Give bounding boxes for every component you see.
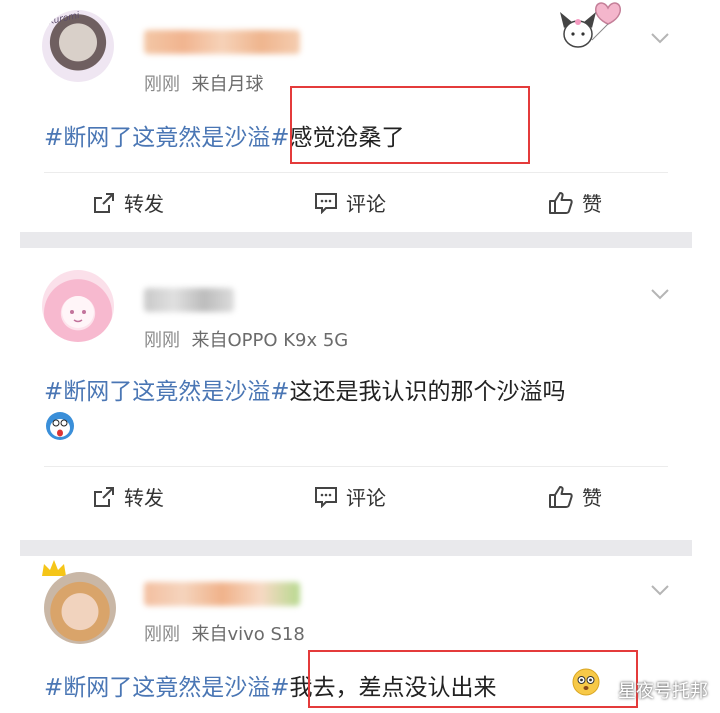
- repost-button[interactable]: 转发: [92, 188, 164, 217]
- avatar[interactable]: [44, 572, 116, 644]
- topic-link[interactable]: #断网了这竟然是沙溢#: [44, 125, 290, 151]
- username-blurred[interactable]: [144, 288, 234, 312]
- post-source: 来自月球: [191, 74, 264, 95]
- post-separator: [20, 540, 692, 556]
- post-2: 刚刚 来自OPPO K9x 5G #断网了这竟然是沙溢#这还是我认识的那个沙溢吗…: [20, 248, 692, 542]
- post-meta: 刚刚 来自月球: [144, 70, 263, 96]
- avatar[interactable]: Kuromi: [42, 10, 114, 82]
- comment-icon: [315, 486, 337, 508]
- username-blurred[interactable]: [144, 582, 300, 606]
- shocked-face-emoji-icon: [46, 412, 74, 440]
- anime-girl-icon: [62, 296, 94, 328]
- chevron-down-icon[interactable]: [650, 288, 670, 300]
- kuromi-balloon-sticker: [560, 2, 621, 48]
- topic-link[interactable]: #断网了这竟然是沙溢#: [44, 379, 290, 405]
- like-label: 赞: [582, 192, 602, 216]
- post-time: 刚刚: [144, 330, 180, 351]
- like-button[interactable]: 赞: [548, 188, 602, 217]
- highlight-box: [290, 86, 530, 164]
- chevron-down-icon[interactable]: [650, 32, 670, 44]
- comment-button[interactable]: 评论: [314, 482, 386, 511]
- repost-icon: [94, 486, 114, 507]
- topic-link[interactable]: #断网了这竟然是沙溢#: [44, 675, 290, 701]
- comment-button[interactable]: 评论: [314, 188, 386, 217]
- post-source: 来自OPPO K9x 5G: [191, 330, 349, 351]
- repost-button[interactable]: 转发: [92, 482, 164, 511]
- post-text: 这还是我认识的那个沙溢吗: [289, 379, 566, 405]
- post-meta: 刚刚 来自vivo S18: [144, 620, 305, 646]
- repost-label: 转发: [124, 486, 164, 510]
- post-meta: 刚刚 来自OPPO K9x 5G: [144, 326, 348, 352]
- highlight-box: [308, 650, 638, 708]
- thumbs-up-icon: [549, 191, 573, 214]
- chevron-down-icon[interactable]: [650, 584, 670, 596]
- post-source: 来自vivo S18: [191, 624, 305, 645]
- post-time: 刚刚: [144, 624, 180, 645]
- comment-label: 评论: [346, 192, 386, 216]
- comment-label: 评论: [346, 486, 386, 510]
- avatar[interactable]: [42, 270, 114, 342]
- post-time: 刚刚: [144, 74, 180, 95]
- repost-label: 转发: [124, 192, 164, 216]
- avatar-badge: Kuromi: [47, 10, 81, 28]
- post-content: #断网了这竟然是沙溢#这还是我认识的那个沙溢吗: [44, 372, 566, 406]
- repost-icon: [94, 192, 114, 213]
- divider: [44, 466, 668, 467]
- watermark: 星夜号托邦: [618, 681, 708, 702]
- post-separator: [20, 232, 692, 248]
- thumbs-up-icon: [549, 485, 573, 508]
- comment-icon: [315, 192, 337, 214]
- divider: [44, 172, 668, 173]
- username-blurred[interactable]: [144, 30, 300, 54]
- like-label: 赞: [582, 486, 602, 510]
- like-button[interactable]: 赞: [548, 482, 602, 511]
